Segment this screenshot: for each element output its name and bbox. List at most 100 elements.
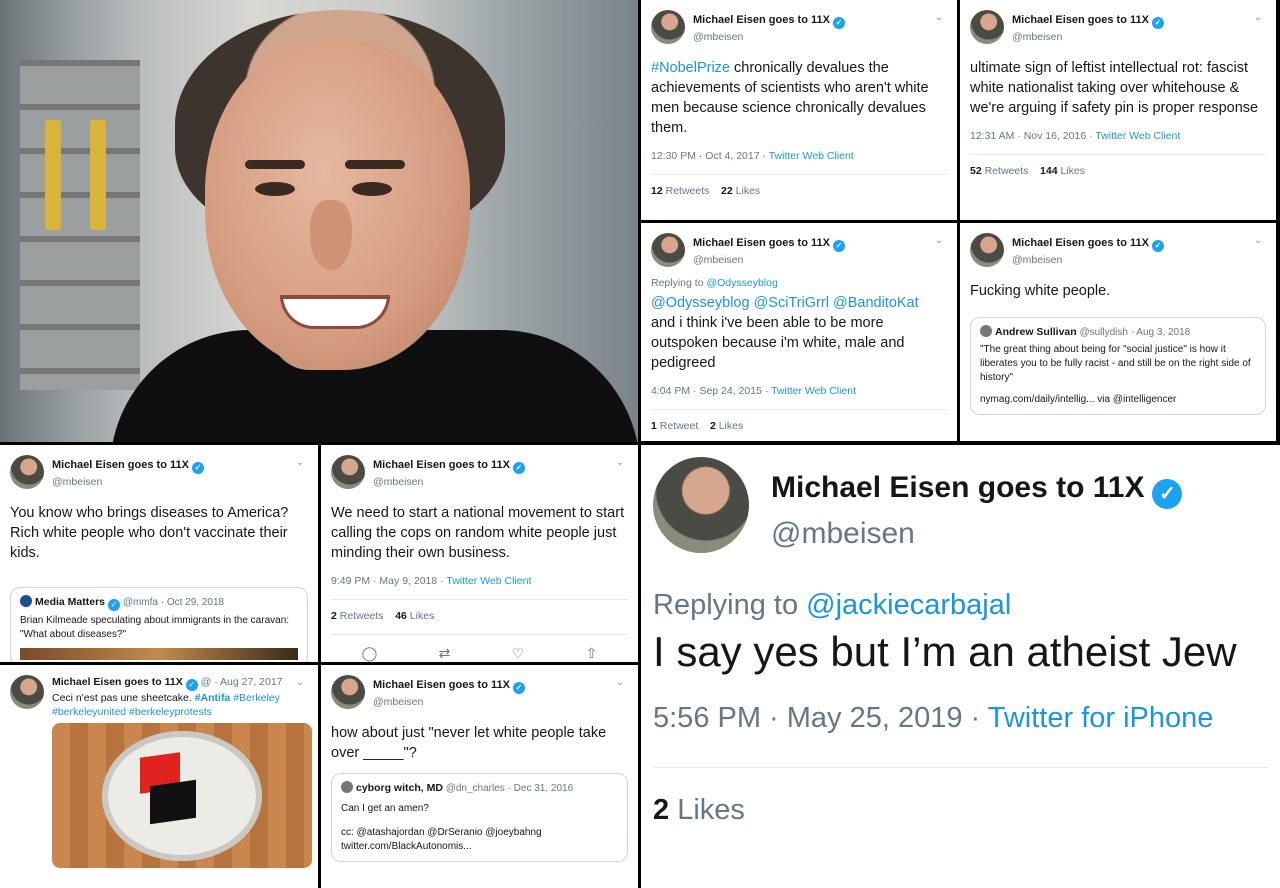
avatar[interactable] [970,233,1004,267]
quoted-tweet[interactable]: cyborg witch, MD @dn_charles · Dec 31, 2… [331,773,628,862]
reply-icon[interactable]: ◯ [362,645,378,662]
quoted-tweet[interactable]: Media Matters ✓ @mmfa · Oct 29, 2018 Bria… [10,587,308,662]
tweet-text: #NobelPrize chronically devalues the ach… [651,60,929,136]
tweet-stats: 52 Retweets 144 Likes [970,154,1266,177]
client-link[interactable]: Twitter Web Client [1095,130,1180,142]
avatar[interactable] [653,457,749,553]
chevron-down-icon[interactable]: ⌄ [1254,235,1262,246]
reply-to-link[interactable]: @Odysseyblog [706,277,777,289]
chevron-down-icon[interactable]: ⌄ [296,457,304,468]
portrait-photo [0,0,638,442]
chevron-down-icon[interactable]: ⌄ [296,677,304,688]
tweet-stats: 2 Likes [653,767,1268,827]
avatar[interactable] [651,10,685,44]
cake-photo[interactable] [52,723,312,868]
quoted-link[interactable]: nymag.com/daily/intellig... via @intelli… [980,393,1256,407]
hashtag-link[interactable]: #Antifa [195,692,231,704]
retweet-icon[interactable]: ⇄ [439,645,451,662]
avatar[interactable] [651,233,685,267]
chevron-down-icon[interactable]: ⌄ [935,12,943,23]
tweet-diseases: Michael Eisen goes to 11X ✓ @mbeisen ⌄ Yo… [0,445,318,662]
verified-badge-icon: ✓ [1151,17,1164,29]
display-name[interactable]: Michael Eisen goes to 11X ✓ [1012,237,1164,252]
quoted-handle: @mmfa · Oct 29, 2018 [122,597,225,608]
left-eye [255,182,295,196]
tweet-stats: 12 Retweets 22 Likes [651,174,947,197]
quoted-avatar [20,595,32,607]
tweet-intellectual-rot: Michael Eisen goes to 11X ✓ @mbeisen ⌄ ul… [960,0,1276,220]
quoted-tweet[interactable]: Andrew Sullivan @sullydish · Aug 3, 2018… [970,317,1266,415]
heart-icon[interactable]: ♡ [512,645,525,662]
quoted-text: Can I get an amen? [341,803,429,814]
display-name[interactable]: Michael Eisen goes to 11X ✓ [52,459,204,474]
tweet-header: Michael Eisen goes to 11X ✓ @mbeisen ⌄ [331,455,628,493]
verified-badge-icon: ✓ [1152,479,1183,509]
user-handle[interactable]: @mbeisen [52,476,204,488]
client-link[interactable]: Twitter Web Client [446,575,531,587]
quoted-handle: @sullydish · Aug 3, 2018 [1079,327,1191,338]
chevron-down-icon[interactable]: ⌄ [616,677,624,688]
reply-to-link[interactable]: @jackiecarbajal [806,589,1011,621]
tweet-text: Fucking white people. [970,283,1111,299]
client-link[interactable]: Twitter Web Client [771,385,856,397]
tweet-header: Michael Eisen goes to 11X ✓ @mbeisen ⌄ [651,233,947,271]
display-name[interactable]: Michael Eisen goes to 11X [52,676,183,688]
display-name[interactable]: Michael Eisen goes to 11X ✓ [373,459,525,474]
display-name[interactable]: Michael Eisen goes to 11X ✓ [693,14,845,29]
tweet-header: Michael Eisen goes to 11X ✓ @ · Aug 27, 2… [10,675,308,719]
user-handle[interactable]: @mbeisen [373,476,525,488]
tweet-nobelprize: Michael Eisen goes to 11X ✓ @mbeisen ⌄ #N… [641,0,957,220]
verified-badge-icon: ✓ [832,240,845,252]
tweet-text: @Odysseyblog @SciTriGrrl @BanditoKat and … [651,295,919,371]
avatar[interactable] [331,675,365,709]
tweet-header: Michael Eisen goes to 11X ✓ @mbeisen ⌄ [970,233,1266,271]
verified-badge-icon: ✓ [512,682,525,694]
verified-badge-icon: ✓ [512,462,525,474]
avatar[interactable] [331,455,365,489]
quoted-cc: cc: @atashajordan @DrSeranio @joeybahng … [341,827,542,852]
tweet-header: Michael Eisen goes to 11X ✓ @mbeisen ⌄ [10,455,308,493]
quoted-text: Brian Kilmeade speculating about immigra… [20,615,290,640]
tweet-text: We need to start a national movement to … [331,505,625,561]
user-handle[interactable]: @mbeisen [693,254,845,266]
chevron-down-icon[interactable]: ⌄ [616,457,624,468]
verified-badge-icon: ✓ [108,599,121,611]
tweet-odysseyblog-reply: Michael Eisen goes to 11X ✓ @mbeisen ⌄ Re… [641,223,957,441]
tweet-text: Ceci n'est pas une sheetcake. #Antifa #B… [52,692,280,718]
quoted-avatar [341,781,353,793]
display-name[interactable]: Michael Eisen goes to 11X ✓ [1012,14,1164,29]
verified-badge-icon: ✓ [1151,240,1164,252]
user-handle[interactable]: @mbeisen [693,31,845,43]
client-link[interactable]: Twitter Web Client [769,150,854,162]
replying-to: Replying to @jackiecarbajal [653,589,1012,621]
avatar[interactable] [10,455,44,489]
left-eyebrow [245,160,305,169]
display-name[interactable]: Michael Eisen goes to 11X ✓ [373,679,525,694]
chevron-down-icon[interactable]: ⌄ [1254,12,1262,23]
mentions-link[interactable]: @Odysseyblog @SciTriGrrl @BanditoKat [651,295,919,311]
display-name[interactable]: Michael Eisen goes to 11X ✓ [693,237,845,252]
user-handle[interactable]: @mbeisen [373,696,525,708]
user-handle[interactable]: @mbeisen [1012,254,1164,266]
tweet-text: ultimate sign of leftist intellectual ro… [970,60,1259,116]
tweet-header: Michael Eisen goes to 11X ✓ @mbeisen ⌄ [331,675,628,713]
avatar[interactable] [970,10,1004,44]
chevron-down-icon[interactable]: ⌄ [935,235,943,246]
user-handle[interactable]: @mbeisen [1012,31,1164,43]
tweet-meta: 5:56 PM · May 25, 2019 · Twitter for iPh… [653,702,1214,734]
tweet-header: Michael Eisen goes to 11X ✓ @mbeisen [653,457,1268,553]
client-link[interactable]: Twitter for iPhone [988,702,1214,734]
user-handle[interactable]: @mbeisen [771,517,1182,551]
quoted-text: "The great thing about being for "social… [980,344,1251,383]
hashtag-link[interactable]: #NobelPrize [651,60,730,76]
share-icon[interactable]: ⇧ [586,645,598,662]
verified-badge-icon: ✓ [185,679,198,691]
display-name[interactable]: Michael Eisen goes to 11X ✓ [771,471,1183,509]
tweet-cops: Michael Eisen goes to 11X ✓ @mbeisen ⌄ We… [321,445,638,662]
tweet-meta: 12:31 AM · Nov 16, 2016 · Twitter Web Cl… [970,130,1181,142]
background-bottle [45,120,61,230]
black-flag [150,779,196,825]
quoted-name: cyborg witch, MD [356,782,443,794]
avatar[interactable] [10,675,44,709]
tweet-stats: 1 Retweet 2 Likes [651,409,947,432]
